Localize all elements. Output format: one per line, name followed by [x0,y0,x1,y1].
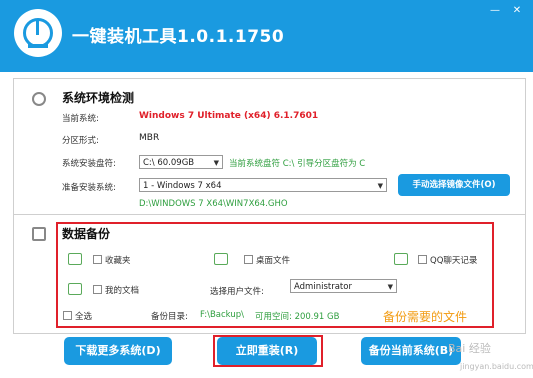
drive-note: 当前系统盘符 C:\ 引导分区盘符为 C [229,159,366,169]
prepare-label: 准备安装系统: [62,183,116,193]
minimize-button[interactable]: — [486,4,504,18]
install-drive-select[interactable]: C:\ 60.09GB ▼ [139,155,223,169]
partition-value: MBR [139,133,160,143]
env-panel: 系统环境检测 当前系统: Windows 7 Ultimate (x64) 6.… [13,78,526,220]
backup-current-system-button[interactable]: 备份当前系统(B) [361,337,461,365]
reinstall-highlight-box [213,335,323,367]
manual-select-image-button[interactable]: 手动选择镜像文件(O) [398,174,510,196]
app-title: 一键装机工具1.0.1.1750 [72,27,285,47]
download-systems-button[interactable]: 下载更多系统(D) [64,337,172,365]
image-path: D:\WINDOWS 7 X64\WIN7X64.GHO [139,199,288,209]
refresh-icon [32,92,46,106]
annotation-text: 备份需要的文件 [383,310,468,324]
current-system-value: Windows 7 Ultimate (x64) 6.1.7601 [139,111,319,121]
current-system-label: 当前系统: [62,114,99,124]
close-button[interactable]: ✕ [508,4,526,18]
prepare-select[interactable]: 1 - Windows 7 x64 ▼ [139,178,387,192]
env-title: 系统环境检测 [62,91,135,105]
prepare-value: 1 - Windows 7 x64 [143,181,222,191]
chevron-down-icon: ▼ [213,159,219,167]
install-drive-label: 系统安装盘符: [62,159,116,169]
title-bar: 一键装机工具1.0.1.1750 — ✕ [0,0,533,72]
copy-icon [32,227,46,241]
watermark-logo: Bai 经验 [448,342,491,355]
chevron-down-icon: ▼ [377,182,383,190]
install-drive-value: C:\ 60.09GB [143,158,195,168]
watermark-url: jingyan.baidu.com [460,362,533,371]
partition-label: 分区形式: [62,136,99,146]
app-logo [14,9,62,57]
